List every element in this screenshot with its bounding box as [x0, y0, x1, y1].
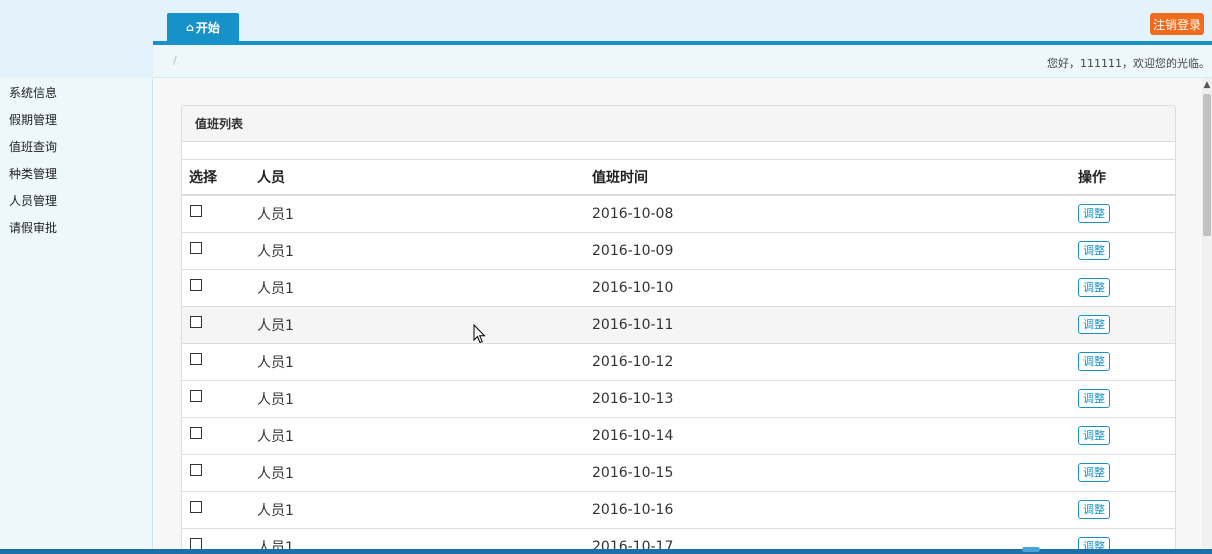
column-header-person: 人员: [250, 160, 585, 196]
row-date: 2016-10-15: [585, 453, 1071, 491]
adjust-button[interactable]: 调整: [1078, 352, 1110, 371]
row-person: 人员1: [250, 342, 585, 380]
home-icon: ⌂: [186, 21, 194, 34]
row-person: 人员1: [250, 416, 585, 454]
row-person: 人员1: [250, 379, 585, 417]
tab-start-label: 开始: [195, 21, 220, 35]
bottom-handle[interactable]: [1022, 547, 1040, 552]
welcome-text: 您好，111111，欢迎您的光临。: [1047, 57, 1210, 70]
sidebar-item-staff-management[interactable]: 人员管理: [0, 187, 152, 214]
duty-table: 选择 人员 值班时间 操作 人员1 2016-10-08 调整 人员1 2016…: [182, 160, 1175, 550]
mouse-pointer-icon: [473, 324, 486, 344]
row-checkbox[interactable]: [190, 278, 202, 291]
adjust-button[interactable]: 调整: [1078, 426, 1110, 445]
row-date: 2016-10-12: [585, 342, 1071, 380]
column-header-action: 操作: [1071, 160, 1175, 196]
row-person: 人员1: [250, 231, 585, 269]
sidebar-item-system-info[interactable]: 系统信息: [0, 79, 152, 106]
row-checkbox[interactable]: [190, 463, 202, 476]
sidebar-item-holiday-management[interactable]: 假期管理: [0, 106, 152, 133]
row-person: 人员1: [250, 490, 585, 528]
adjust-button[interactable]: 调整: [1078, 389, 1110, 408]
row-date: 2016-10-17: [585, 527, 1071, 550]
scroll-up-arrow-icon[interactable]: ▲: [1202, 78, 1212, 92]
row-date: 2016-10-09: [585, 231, 1071, 269]
logo-area: [0, 44, 153, 78]
panel-title: 值班列表: [182, 106, 1175, 142]
table-row: 人员1 2016-10-13 调整: [182, 379, 1175, 417]
sidebar: 系统信息 假期管理 值班查询 种类管理 人员管理 请假审批: [0, 78, 153, 554]
sidebar-item-category-management[interactable]: 种类管理: [0, 160, 152, 187]
row-person: 人员1: [250, 527, 585, 550]
row-checkbox[interactable]: [190, 389, 202, 402]
row-date: 2016-10-14: [585, 416, 1071, 454]
table-row: 人员1 2016-10-08 调整: [182, 194, 1175, 232]
table-row: 人员1 2016-10-11 调整: [182, 305, 1175, 343]
row-date: 2016-10-13: [585, 379, 1071, 417]
info-bar: / 您好，111111，欢迎您的光临。: [153, 45, 1212, 78]
adjust-button[interactable]: 调整: [1078, 315, 1110, 334]
scroll-thumb[interactable]: [1203, 94, 1211, 236]
column-header-select: 选择: [182, 160, 250, 196]
sidebar-item-leave-approval[interactable]: 请假审批: [0, 214, 152, 241]
duty-list-panel: 值班列表 选择 人员 值班时间 操作 人员1 2016-10-08 调整 人员1…: [181, 105, 1176, 550]
row-person: 人员1: [250, 268, 585, 306]
row-date: 2016-10-10: [585, 268, 1071, 306]
sidebar-item-duty-query[interactable]: 值班查询: [0, 133, 152, 160]
row-checkbox[interactable]: [190, 500, 202, 513]
row-checkbox[interactable]: [190, 315, 202, 328]
table-row: 人员1 2016-10-14 调整: [182, 416, 1175, 454]
row-checkbox[interactable]: [190, 426, 202, 439]
vertical-scrollbar[interactable]: ▲: [1202, 78, 1212, 550]
tab-start[interactable]: ⌂ 开始: [167, 13, 239, 42]
row-checkbox[interactable]: [190, 352, 202, 365]
table-row: 人员1 2016-10-16 调整: [182, 490, 1175, 528]
adjust-button[interactable]: 调整: [1078, 463, 1110, 482]
row-checkbox[interactable]: [190, 241, 202, 254]
row-date: 2016-10-11: [585, 305, 1071, 343]
row-person: 人员1: [250, 305, 585, 343]
table-row: 人员1 2016-10-09 调整: [182, 231, 1175, 269]
adjust-button[interactable]: 调整: [1078, 278, 1110, 297]
table-row: 人员1 2016-10-15 调整: [182, 453, 1175, 491]
top-header: ⌂ 开始 注销登录: [0, 0, 1212, 44]
column-header-duty-time: 值班时间: [585, 160, 1071, 196]
adjust-button[interactable]: 调整: [1078, 241, 1110, 260]
logout-button[interactable]: 注销登录: [1150, 13, 1204, 35]
main-content: 值班列表 选择 人员 值班时间 操作 人员1 2016-10-08 调整 人员1…: [154, 78, 1202, 550]
row-person: 人员1: [250, 453, 585, 491]
adjust-button[interactable]: 调整: [1078, 500, 1110, 519]
row-checkbox[interactable]: [190, 537, 202, 550]
row-date: 2016-10-16: [585, 490, 1071, 528]
table-row: 人员1 2016-10-10 调整: [182, 268, 1175, 306]
adjust-button[interactable]: 调整: [1078, 204, 1110, 224]
table-header-row: 选择 人员 值班时间 操作: [182, 160, 1175, 196]
row-date: 2016-10-08: [585, 194, 1071, 232]
breadcrumb: /: [173, 54, 177, 67]
row-person: 人员1: [250, 194, 585, 232]
row-checkbox[interactable]: [190, 205, 202, 217]
table-row: 人员1 2016-10-12 调整: [182, 342, 1175, 380]
